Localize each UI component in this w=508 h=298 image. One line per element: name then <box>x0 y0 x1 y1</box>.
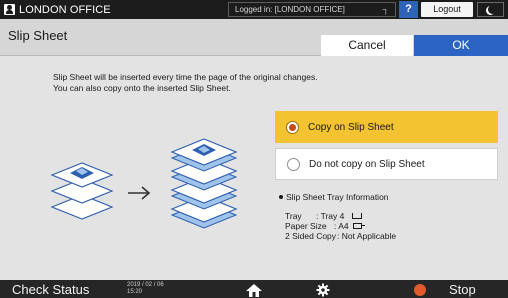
tray-label: Tray <box>285 211 302 221</box>
header: Slip Sheet Cancel OK <box>0 19 508 56</box>
option-label: Do not copy on Slip Sheet <box>309 158 425 170</box>
page-title: Slip Sheet <box>8 28 68 43</box>
moon-icon <box>488 5 497 14</box>
tray-information-heading: Slip Sheet Tray Information <box>279 192 396 202</box>
bottom-bar: Check Status 2019 / 02 / 06 15:20 Stop <box>0 280 508 298</box>
tray-row: Tray : Tray 4 <box>285 211 396 221</box>
logout-button[interactable]: Logout <box>421 2 473 17</box>
tray-value: : Tray 4 <box>316 211 345 221</box>
option-copy-on-slip-sheet[interactable]: Copy on Slip Sheet <box>275 111 498 143</box>
slip-sheet-illustration <box>50 138 238 229</box>
two-sided-value: : Not Applicable <box>337 231 397 241</box>
user-indicator: LONDON OFFICE <box>4 2 111 17</box>
description-line-2: You can also copy onto the inserted Slip… <box>53 82 231 93</box>
paper-size-value: : A4 <box>334 221 349 231</box>
radio-unselected-icon <box>287 157 300 171</box>
cancel-button[interactable]: Cancel <box>321 35 413 56</box>
radio-selected-icon <box>286 120 299 134</box>
option-do-not-copy[interactable]: Do not copy on Slip Sheet <box>275 148 498 180</box>
gear-icon[interactable] <box>316 283 330 297</box>
user-name: LONDON OFFICE <box>19 3 111 16</box>
login-status: Logged in: [LONDON OFFICE] ┐ <box>228 2 396 17</box>
login-status-text: Logged in: [LONDON OFFICE] <box>235 5 345 14</box>
date-text: 2019 / 02 / 06 <box>127 282 164 288</box>
tray-icon <box>352 213 363 219</box>
bullet-icon <box>279 195 283 199</box>
signal-icon: ┐ <box>382 4 389 14</box>
description: Slip Sheet will be inserted every time t… <box>53 72 318 93</box>
ok-button[interactable]: OK <box>414 35 508 56</box>
stop-button[interactable]: Stop <box>449 281 476 298</box>
tray-heading-text: Slip Sheet Tray Information <box>286 192 389 202</box>
original-stack-icon <box>50 162 114 220</box>
two-sided-label: 2 Sided Copy <box>285 231 337 241</box>
check-status-button[interactable]: Check Status <box>12 281 89 298</box>
stop-icon[interactable] <box>414 284 426 296</box>
two-sided-row: 2 Sided Copy : Not Applicable <box>285 231 396 241</box>
user-icon <box>4 4 15 15</box>
tray-details: Tray : Tray 4 Paper Size : A4 2 Sided Co… <box>285 211 396 241</box>
status-bar: LONDON OFFICE Logged in: [LONDON OFFICE]… <box>0 0 508 19</box>
option-label: Copy on Slip Sheet <box>308 121 394 133</box>
paper-size-label: Paper Size <box>285 221 327 231</box>
slip-sheet-stack-icon <box>170 138 238 229</box>
time-text: 15:20 <box>127 289 143 295</box>
paper-size-row: Paper Size : A4 <box>285 221 396 231</box>
help-button[interactable]: ? <box>399 1 418 18</box>
energy-saver-button[interactable] <box>477 2 504 17</box>
date-time: 2019 / 02 / 06 15:20 <box>127 282 164 296</box>
arrow-right-icon <box>128 186 151 200</box>
paper-orientation-icon <box>352 223 365 229</box>
tray-information: Slip Sheet Tray Information Tray : Tray … <box>279 192 396 241</box>
description-line-1: Slip Sheet will be inserted every time t… <box>53 72 318 82</box>
home-icon[interactable] <box>245 283 263 298</box>
